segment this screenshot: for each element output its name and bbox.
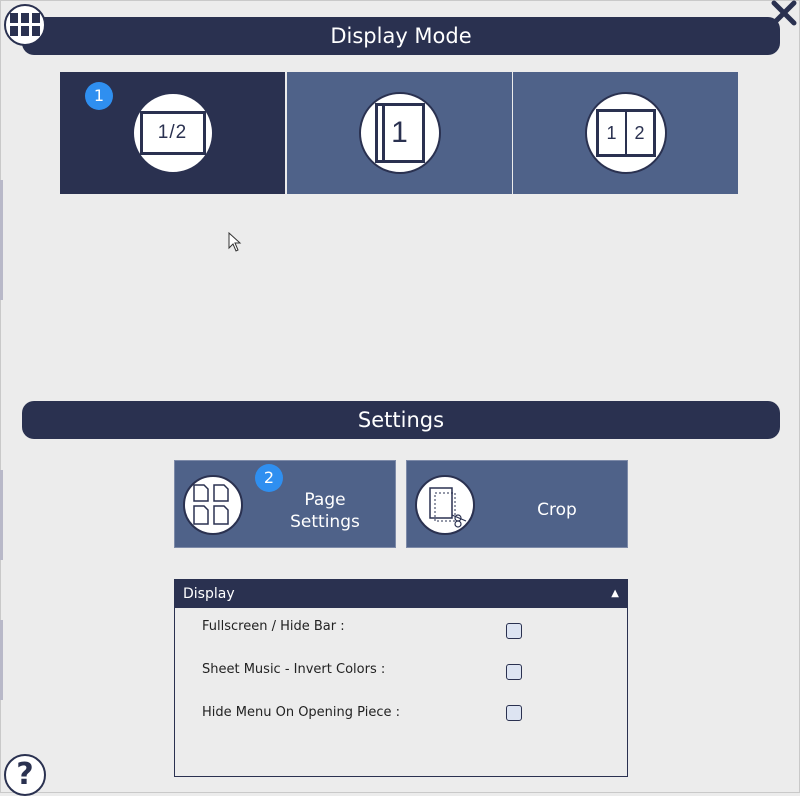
mode-two-page-tile[interactable]: 1 2 [513,72,738,194]
invert-colors-checkbox[interactable] [506,664,522,680]
option-label-invert-colors: Sheet Music - Invert Colors : [202,662,386,677]
collapse-caret-icon[interactable]: ▲ [611,580,619,608]
crop-scissors-icon [415,475,475,535]
page-settings-label-line1: Page [304,490,346,510]
settings-header: Settings [22,401,780,439]
left-edge-strip [0,620,3,700]
half-page-icon: 1/2 [131,92,214,174]
close-icon [771,0,797,26]
single-page-icon: 1 [358,92,441,174]
two-page-icon: 1 2 [584,92,667,174]
mode-label-left: 1 [606,122,617,143]
left-edge-strip [0,180,3,300]
mode-half-page-tile[interactable]: 1 1/2 [60,72,285,252]
display-mode-header: Display Mode [22,17,780,55]
page-settings-button[interactable]: 2 Page Settings [174,460,396,548]
step-badge: 2 [255,464,283,492]
pages-icon [183,475,243,535]
main-menu-button[interactable] [4,4,46,46]
step-badge: 1 [85,82,113,110]
display-options-panel: Display ▲ Fullscreen / Hide Bar : Sheet … [174,579,628,777]
display-panel-header[interactable]: Display ▲ [175,580,627,608]
mode-label: 1 [391,116,408,149]
page-settings-label-line2: Settings [290,512,360,532]
mode-single-page-tile[interactable]: 1 [287,72,512,194]
option-label-hide-menu: Hide Menu On Opening Piece : [202,705,400,720]
page-settings-label: Page Settings [275,489,375,533]
mode-label: 1/2 [157,122,188,143]
mode-label-right: 2 [634,122,645,143]
display-mode-title: Display Mode [330,24,472,48]
help-icon: ? [16,757,34,792]
help-button[interactable]: ? [4,754,46,796]
mouse-cursor-icon [228,232,242,252]
settings-title: Settings [357,408,445,432]
grid-menu-icon [10,13,40,36]
left-edge-strip [0,470,3,560]
crop-label: Crop [537,500,577,520]
close-button[interactable] [770,0,798,28]
hide-menu-checkbox[interactable] [506,705,522,721]
display-panel-title: Display [183,586,235,602]
option-label-fullscreen: Fullscreen / Hide Bar : [202,619,345,634]
fullscreen-checkbox[interactable] [506,623,522,639]
crop-button[interactable]: Crop [406,460,628,548]
